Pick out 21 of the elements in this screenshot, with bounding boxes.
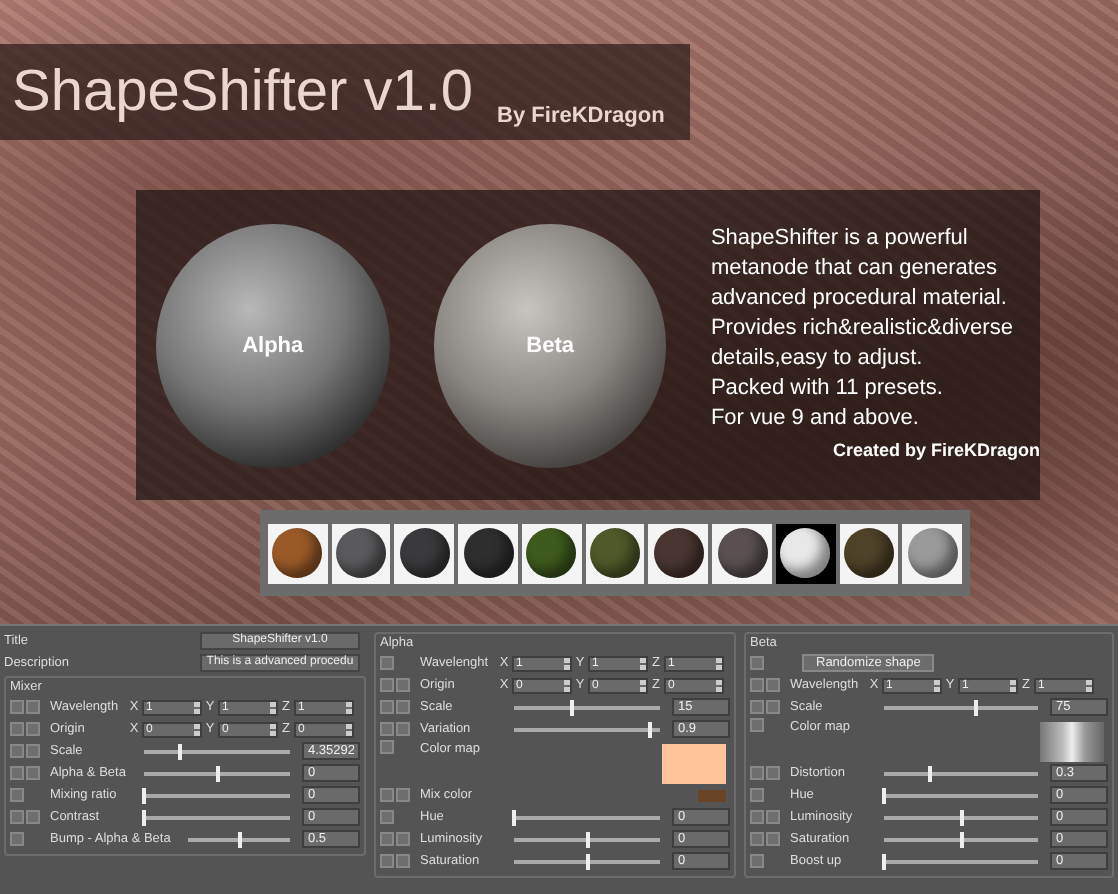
description-text: Provides rich&realistic&diverse details,easy to adjust. <box>710 314 1015 374</box>
slider-thumb[interactable] <box>570 699 575 715</box>
color-swatch[interactable] <box>698 789 726 801</box>
gradient-swatch[interactable] <box>1040 722 1104 762</box>
description-text: For vue 9 and above. <box>710 404 921 434</box>
spinner-arrows-icon[interactable] <box>1086 679 1092 691</box>
sphere-label: Alpha <box>242 333 304 357</box>
author-credit: By FireKDragon <box>497 104 665 128</box>
slider-thumb[interactable] <box>974 699 979 715</box>
app-title: ShapeShifter v1.0 <box>12 58 474 128</box>
slider-thumb[interactable] <box>177 743 182 759</box>
description-text: ShapeShifter is a powerful metanode that can generates advanced procedural material. <box>710 224 1009 314</box>
spinner-arrows-icon[interactable] <box>934 679 940 691</box>
slider-thumb[interactable] <box>928 765 933 781</box>
sphere-label: Beta <box>526 333 574 357</box>
slider-thumb[interactable] <box>647 721 652 737</box>
description-text: Packed with 11 presets. <box>710 374 945 404</box>
slider-thumb[interactable] <box>237 831 242 847</box>
credit-text: Created by FireKDragon <box>830 438 1040 464</box>
spinner-arrows-icon[interactable] <box>1010 679 1016 691</box>
color-swatch[interactable] <box>662 744 726 784</box>
